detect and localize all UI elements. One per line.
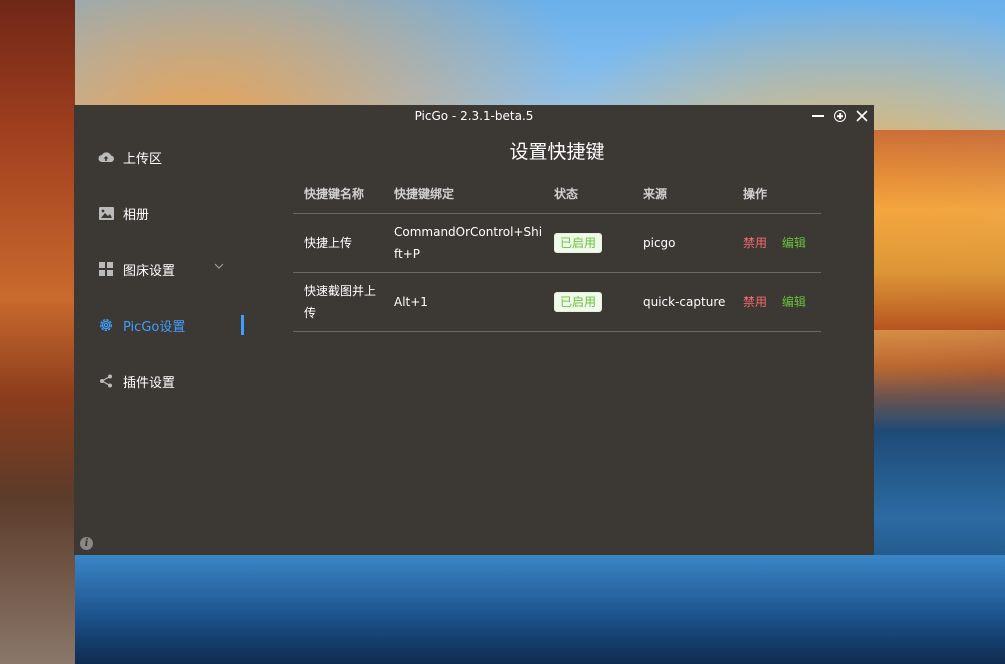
sidebar-item-label: 图床设置 bbox=[123, 263, 176, 279]
gear-icon bbox=[98, 317, 114, 333]
sidebar-item-label: 插件设置 bbox=[123, 375, 176, 391]
edit-button[interactable]: 编辑 bbox=[782, 236, 806, 250]
column-header: 操作 bbox=[732, 173, 821, 214]
minimize-icon bbox=[812, 115, 824, 117]
shortcut-name: 快捷上传 bbox=[293, 213, 383, 273]
active-indicator bbox=[241, 315, 244, 335]
edit-button[interactable]: 编辑 bbox=[782, 295, 806, 309]
minimize-button[interactable] bbox=[810, 107, 826, 125]
shortcut-source: quick-capture bbox=[632, 272, 732, 332]
disable-button[interactable]: 禁用 bbox=[743, 295, 767, 309]
status-cell: 已启用 bbox=[543, 272, 632, 332]
shortcut-binding: Alt+1 bbox=[383, 272, 543, 332]
sidebar-item-picbed-settings[interactable]: 图床设置 bbox=[98, 255, 244, 283]
chevron-down-icon bbox=[214, 263, 224, 269]
window-controls bbox=[810, 107, 870, 125]
table-row: 快捷上传 CommandOrControl+Shift+P 已启用 picgo … bbox=[293, 213, 821, 273]
column-header: 快捷键名称 bbox=[293, 173, 383, 214]
main-content: 设置快捷键 快捷键名称 快捷键绑定 状态 来源 操作 快捷上传 CommandO… bbox=[293, 127, 821, 332]
desktop-wallpaper-right bbox=[874, 130, 1005, 330]
maximize-button[interactable] bbox=[832, 107, 848, 125]
image-icon bbox=[98, 205, 114, 221]
shortcut-table: 快捷键名称 快捷键绑定 状态 来源 操作 快捷上传 CommandOrContr… bbox=[293, 173, 821, 332]
sidebar-item-plugin-settings[interactable]: 插件设置 bbox=[98, 367, 244, 395]
plus-circle-icon bbox=[834, 110, 846, 122]
sidebar-item-label: 上传区 bbox=[123, 151, 163, 167]
actions-cell: 禁用 编辑 bbox=[732, 213, 821, 273]
column-header: 快捷键绑定 bbox=[383, 173, 543, 214]
desktop-wallpaper-pool bbox=[75, 555, 1005, 664]
window-title: PicGo - 2.3.1-beta.5 bbox=[414, 109, 534, 123]
column-header: 状态 bbox=[543, 173, 632, 214]
share-icon bbox=[98, 373, 114, 389]
shortcut-name: 快速截图并上传 bbox=[293, 272, 383, 332]
grid-icon bbox=[98, 261, 114, 277]
desktop-wallpaper-left bbox=[0, 0, 75, 664]
shortcut-source: picgo bbox=[632, 213, 732, 273]
actions-cell: 禁用 编辑 bbox=[732, 272, 821, 332]
status-cell: 已启用 bbox=[543, 213, 632, 273]
column-header: 来源 bbox=[632, 173, 732, 214]
upload-cloud-icon bbox=[98, 149, 114, 165]
status-badge: 已启用 bbox=[554, 233, 603, 253]
title-bar: PicGo - 2.3.1-beta.5 bbox=[74, 105, 874, 127]
sidebar-item-upload[interactable]: 上传区 bbox=[98, 143, 244, 171]
sidebar-item-gallery[interactable]: 相册 bbox=[98, 199, 244, 227]
close-button[interactable] bbox=[854, 107, 870, 125]
sidebar-item-picgo-settings[interactable]: PicGo设置 bbox=[98, 311, 244, 339]
disable-button[interactable]: 禁用 bbox=[743, 236, 767, 250]
close-icon bbox=[856, 110, 868, 122]
table-header-row: 快捷键名称 快捷键绑定 状态 来源 操作 bbox=[293, 173, 821, 214]
sidebar-item-label: PicGo设置 bbox=[123, 319, 186, 335]
shortcut-binding: CommandOrControl+Shift+P bbox=[383, 213, 543, 273]
status-badge: 已启用 bbox=[554, 292, 603, 312]
info-icon[interactable]: i bbox=[80, 537, 93, 550]
sidebar: 上传区 相册 图床设置 PicGo设置 插件设置 i bbox=[74, 127, 244, 555]
page-title: 设置快捷键 bbox=[509, 141, 605, 163]
sidebar-item-label: 相册 bbox=[123, 207, 150, 223]
table-row: 快速截图并上传 Alt+1 已启用 quick-capture 禁用 编辑 bbox=[293, 272, 821, 332]
picgo-window: PicGo - 2.3.1-beta.5 上传区 相册 图床设置 PicGo设置… bbox=[74, 105, 874, 555]
